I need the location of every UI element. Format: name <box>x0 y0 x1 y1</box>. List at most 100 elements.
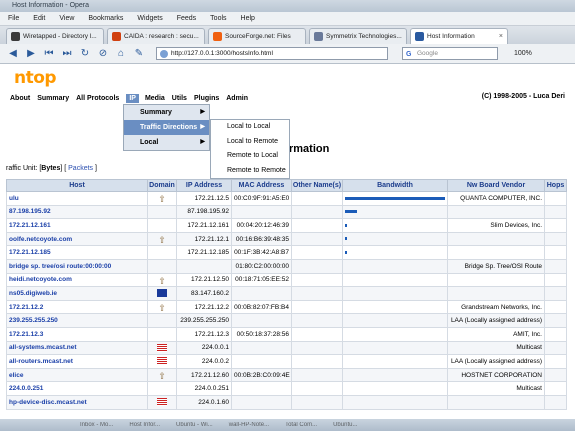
ntop-logo[interactable]: ntop <box>14 68 57 88</box>
host-cell[interactable]: hp-device-disc.mcast.net <box>6 394 148 410</box>
taskbar-item[interactable]: wall-HP-Note... <box>229 422 269 428</box>
table-row[interactable]: 87.198.195.92 87.198.195.92 <box>6 204 567 220</box>
table-row[interactable]: heidi.netcoyote.com ⇧ 172.21.12.50 00:18:71… <box>6 272 567 288</box>
host-cell[interactable]: 172.21.12.3 <box>6 326 148 342</box>
taskbar-item[interactable]: Total Com... <box>285 422 317 428</box>
nav-all-protocols[interactable]: All Protocols <box>76 95 119 102</box>
nav-admin[interactable]: Admin <box>226 95 248 102</box>
menu-edit[interactable]: Edit <box>33 15 45 22</box>
menu-tools[interactable]: Tools <box>210 15 226 22</box>
table-row[interactable]: ns05.digiweb.ie 83.147.160.2 <box>6 286 567 301</box>
host-cell[interactable]: heidi.netcoyote.com <box>6 272 148 288</box>
menu-feeds[interactable]: Feeds <box>177 15 196 22</box>
packets-link[interactable]: Packets <box>68 165 93 172</box>
forward-icon[interactable]: ▶ <box>24 47 38 61</box>
col-vendor[interactable]: Nw Board Vendor <box>447 179 545 192</box>
host-cell[interactable]: all-systems.mcast.net <box>6 340 148 356</box>
reload-icon[interactable]: ↻ <box>78 47 92 61</box>
table-row[interactable]: ulu ⇧ 172.21.12.5 00:C0:9F:91:A5:E0 QUANTA C… <box>6 191 567 206</box>
table-row[interactable]: 172.21.12.161 172.21.12.161 00:04:20:12:46… <box>6 218 567 233</box>
table-row[interactable]: hp-device-disc.mcast.net 224.0.1.60 <box>6 394 567 410</box>
table-row[interactable]: 172.21.12.3 172.21.12.3 00:50:18:37:28:56 A… <box>6 326 567 342</box>
stop-icon[interactable]: ⊘ <box>96 47 110 61</box>
submenu-local-to-remote[interactable]: Local to Remote <box>211 135 289 150</box>
nav-about[interactable]: About <box>10 95 30 102</box>
nav-media[interactable]: Media <box>145 95 165 102</box>
host-cell-text[interactable]: hp-device-disc.mcast.net <box>9 399 87 406</box>
rewind-icon[interactable]: ⏮ <box>42 47 56 61</box>
host-cell[interactable]: all-routers.mcast.net <box>6 354 148 369</box>
table-row[interactable]: 172.21.12.2 ⇧ 172.21.12.2 00:0B:82:07:FB:B4… <box>6 299 567 315</box>
col-ip[interactable]: IP Address <box>176 179 232 192</box>
taskbar-item[interactable]: Inbox - Mo... <box>80 422 113 428</box>
host-cell-text[interactable]: 172.21.12.3 <box>9 331 43 338</box>
back-icon[interactable]: ◀ <box>6 47 20 61</box>
host-cell-text[interactable]: oolfe.netcoyote.com <box>9 236 72 243</box>
col-bandwidth[interactable]: Bandwidth <box>342 179 448 192</box>
host-cell[interactable]: 87.198.195.92 <box>6 204 148 220</box>
nav-utils[interactable]: Utils <box>172 95 187 102</box>
host-cell[interactable]: ulu <box>6 191 148 206</box>
table-row[interactable]: 224.0.0.251 224.0.0.251 Multicast <box>6 381 567 396</box>
fast-forward-icon[interactable]: ⏭ <box>60 47 74 61</box>
host-cell[interactable]: 172.21.12.185 <box>6 245 148 260</box>
col-domain[interactable]: Domain <box>147 179 177 192</box>
menu-file[interactable]: File <box>8 15 19 22</box>
host-cell-text[interactable]: 239.255.255.250 <box>9 317 58 324</box>
search-input[interactable]: G Google <box>402 47 498 60</box>
taskbar-item[interactable]: Ubuntu... <box>333 422 357 428</box>
table-row[interactable]: 239.255.255.250 239.255.255.250 LAA (Local… <box>6 313 567 328</box>
host-cell-text[interactable]: 87.198.195.92 <box>9 208 51 215</box>
host-cell-text[interactable]: all-systems.mcast.net <box>9 344 77 351</box>
zoom-level[interactable]: 100% <box>514 50 532 57</box>
table-row[interactable]: all-systems.mcast.net 224.0.0.1 Multicast <box>6 340 567 356</box>
nav-plugins[interactable]: Plugins <box>194 95 219 102</box>
submenu-remote-to-local[interactable]: Remote to Local <box>211 149 289 164</box>
menu-view[interactable]: View <box>59 15 74 22</box>
host-cell[interactable]: 172.21.12.161 <box>6 218 148 233</box>
close-tab-icon[interactable]: × <box>499 33 503 40</box>
table-row[interactable]: 172.21.12.185 172.21.12.185 00:1F:3B:42:A8… <box>6 245 567 260</box>
ip-menu-summary[interactable]: Summary ▶ <box>124 105 209 120</box>
submenu-remote-to-remote[interactable]: Remote to Remote <box>211 164 289 179</box>
home-icon[interactable]: ⌂ <box>114 47 128 61</box>
col-hops[interactable]: Hops <box>544 179 567 192</box>
tab-sourceforge[interactable]: SourceForge.net: Files <box>208 28 306 44</box>
host-cell-text[interactable]: 172.21.12.2 <box>9 304 43 311</box>
host-cell-text[interactable]: 224.0.0.251 <box>9 385 43 392</box>
menu-widgets[interactable]: Widgets <box>137 15 162 22</box>
host-cell[interactable]: bridge sp. tree/osi route:00:00:00 <box>6 258 148 274</box>
col-mac[interactable]: MAC Address <box>231 179 292 192</box>
host-cell-text[interactable]: 172.21.12.161 <box>9 222 51 229</box>
edit-icon[interactable]: ✎ <box>132 47 146 61</box>
col-other-names[interactable]: Other Name(s) <box>291 179 343 192</box>
host-cell-text[interactable]: elice <box>9 372 23 379</box>
host-cell[interactable]: elice <box>6 367 148 383</box>
host-cell-text[interactable]: bridge sp. tree/osi route:00:00:00 <box>9 263 111 270</box>
host-cell-text[interactable]: all-routers.mcast.net <box>9 358 73 365</box>
bytes-option[interactable]: Bytes <box>41 165 60 172</box>
ip-menu-local[interactable]: Local ▶ <box>124 135 209 150</box>
host-cell-text[interactable]: ulu <box>9 195 19 202</box>
host-cell-text[interactable]: heidi.netcoyote.com <box>9 276 72 283</box>
host-cell[interactable]: oolfe.netcoyote.com <box>6 231 148 247</box>
host-cell[interactable]: 224.0.0.251 <box>6 381 148 396</box>
taskbar-item[interactable]: Host Infor... <box>129 422 160 428</box>
table-row[interactable]: oolfe.netcoyote.com ⇧ 172.21.12.1 00:16:B6:… <box>6 231 567 247</box>
col-host[interactable]: Host <box>6 179 148 192</box>
tab-symmetrix[interactable]: Symmetrix Technologies... <box>309 28 407 44</box>
host-cell-text[interactable]: 172.21.12.185 <box>9 249 51 256</box>
menu-help[interactable]: Help <box>241 15 255 22</box>
table-row[interactable]: elice ⇧ 172.21.12.60 00:0B:2B:C0:09:4E HOSTN… <box>6 367 567 383</box>
ip-menu-traffic-directions[interactable]: Traffic Directions ▶ <box>124 120 209 135</box>
tab-wiretapped[interactable]: Wiretapped - Directory l... <box>6 28 104 44</box>
nav-summary[interactable]: Summary <box>37 95 69 102</box>
tab-host-information[interactable]: Host Information × <box>410 28 508 44</box>
nav-ip[interactable]: IP <box>126 93 139 103</box>
host-cell[interactable]: 239.255.255.250 <box>6 313 148 328</box>
submenu-local-to-local[interactable]: Local to Local <box>211 120 289 135</box>
tab-caida[interactable]: CAIDA : research : secu... <box>107 28 205 44</box>
menu-bookmarks[interactable]: Bookmarks <box>88 15 123 22</box>
host-cell[interactable]: 172.21.12.2 <box>6 299 148 315</box>
table-row[interactable]: bridge sp. tree/osi route:00:00:00 01:80:… <box>6 258 567 274</box>
